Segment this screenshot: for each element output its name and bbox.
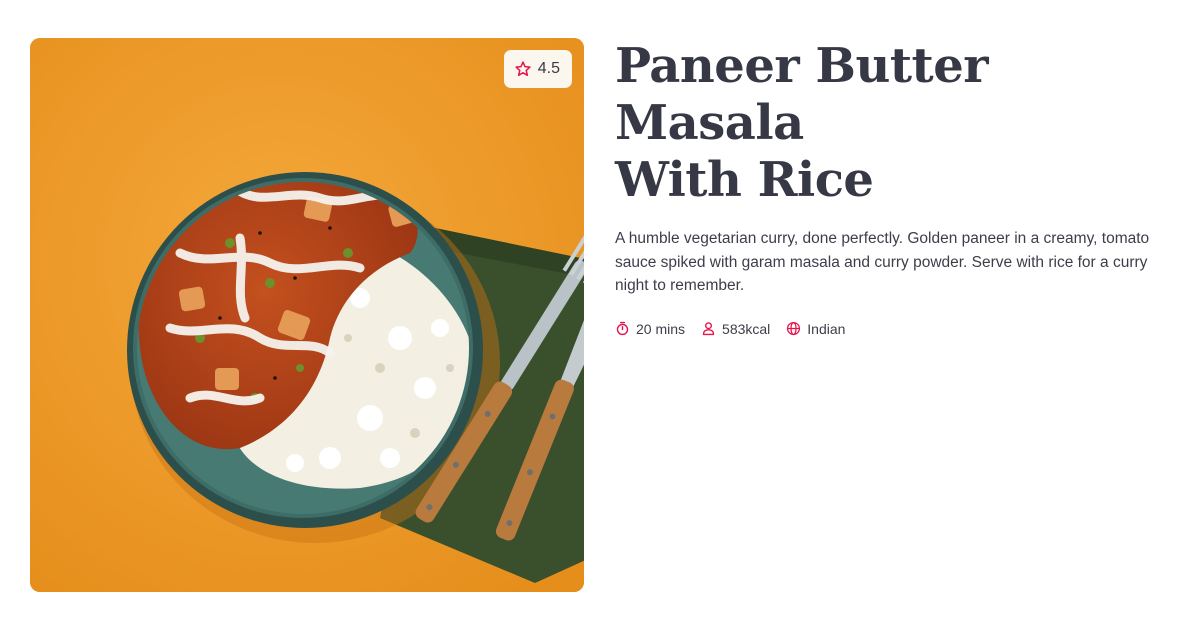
recipe-title: Paneer Butter Masala With Rice bbox=[615, 38, 1175, 209]
meta-calories: 583kcal bbox=[701, 321, 770, 337]
person-icon bbox=[702, 322, 715, 336]
recipe-description: A humble vegetarian curry, done perfectl… bbox=[615, 230, 1150, 294]
title-line-2: With Rice bbox=[615, 152, 874, 208]
title-line-1: Paneer Butter Masala bbox=[615, 38, 989, 151]
calories-label: 583kcal bbox=[722, 320, 771, 337]
globe-icon bbox=[787, 321, 801, 336]
meta-time: 20 mins bbox=[615, 321, 685, 337]
recipe-card: 4.5 Paneer Butter Masala With Rice A hum… bbox=[0, 0, 1200, 630]
recipe-info: Paneer Butter Masala With Rice A humble … bbox=[615, 38, 1175, 337]
recipe-image: 4.5 bbox=[30, 38, 584, 592]
dish-photo bbox=[30, 38, 584, 592]
rating-value: 4.5 bbox=[537, 60, 560, 77]
meta-cuisine: Indian bbox=[786, 321, 845, 337]
cuisine-label: Indian bbox=[807, 320, 846, 337]
rating-badge: 4.5 bbox=[503, 50, 572, 88]
time-label: 20 mins bbox=[636, 320, 686, 337]
stopwatch-icon bbox=[616, 321, 629, 336]
star-icon bbox=[515, 61, 531, 77]
recipe-meta: 20 mins 583kcal Indian bbox=[615, 321, 1175, 337]
